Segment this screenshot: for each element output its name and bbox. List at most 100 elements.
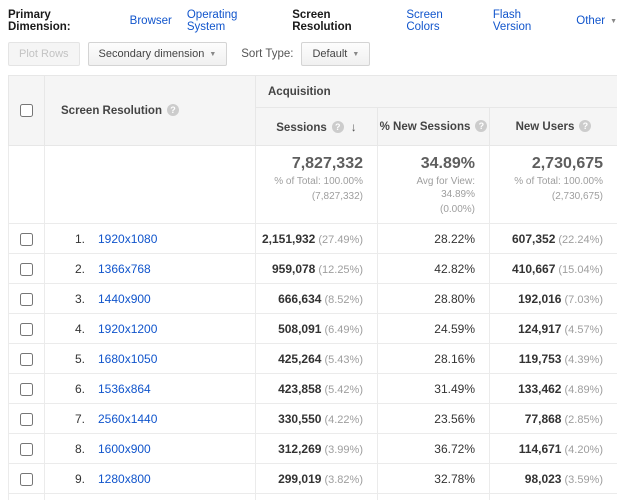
- sessions-value: 425,264: [278, 351, 322, 366]
- row-checkbox-cell: [8, 463, 45, 494]
- select-all-cell: [8, 75, 45, 146]
- row-checkbox-cell: [8, 403, 45, 434]
- new-sessions-value: 28.22%: [434, 231, 475, 246]
- sessions-cell: 423,858 (5.42%): [255, 373, 378, 404]
- primary-dimension-screen-colors[interactable]: Screen Colors: [406, 9, 478, 33]
- new-sessions-cell: 24.59%: [377, 313, 490, 344]
- sessions-value: 959,078: [271, 261, 316, 276]
- secondary-dimension-dropdown[interactable]: Secondary dimension ▼: [87, 42, 228, 66]
- row-rank: 7.: [74, 411, 85, 426]
- new-sessions-header-label: % New Sessions: [379, 121, 471, 133]
- table-row: 10.1280x1024 228,590(2.92%) 45.06% 103,0…: [8, 493, 617, 500]
- select-all-checkbox[interactable]: [20, 104, 33, 117]
- new-users-cell: 410,667 (15.04%): [488, 253, 617, 284]
- new-users-total-sub: % of Total: 100.00%: [514, 176, 604, 187]
- new-users-value: 133,462: [518, 381, 562, 396]
- totals-empty-cell: [8, 145, 45, 224]
- new-users-percent: (7.03%): [564, 293, 604, 306]
- primary-dimension-operating-system[interactable]: Operating System: [187, 9, 277, 33]
- table-row: 7. 2560x1440 330,550 (4.22%) 23.56% 77,868…: [8, 403, 617, 434]
- new-sessions-cell: 32.78%: [377, 463, 490, 494]
- new-users-value: 124,917: [518, 321, 562, 336]
- new-sessions-cell: 31.49%: [377, 373, 490, 404]
- row-checkbox[interactable]: [20, 412, 33, 426]
- row-rank: 6.: [74, 381, 85, 396]
- sessions-percent: (12.25%): [318, 263, 363, 276]
- resolution-link[interactable]: 1600x900: [98, 442, 151, 456]
- row-checkbox[interactable]: [20, 472, 33, 486]
- resolution-cell: 10.1280x1024: [44, 493, 256, 500]
- caret-down-icon: ▼: [209, 51, 217, 58]
- plot-rows-label: Plot Rows: [19, 48, 69, 60]
- dimension-column-header[interactable]: Screen Resolution?: [44, 75, 256, 146]
- new-sessions-cell: 45.06%: [377, 493, 490, 500]
- row-checkbox-cell: [8, 253, 45, 284]
- resolution-link[interactable]: 1280x800: [98, 472, 151, 486]
- new-sessions-value: 28.80%: [434, 291, 475, 306]
- new-sessions-value: 24.59%: [434, 321, 475, 336]
- row-rank: 5.: [74, 351, 85, 366]
- sessions-percent: (4.22%): [324, 413, 363, 426]
- row-checkbox[interactable]: [20, 232, 33, 246]
- row-checkbox-cell: [8, 313, 45, 344]
- primary-dimension-other-label[interactable]: Other: [576, 15, 605, 27]
- plot-rows-button[interactable]: Plot Rows: [8, 42, 80, 66]
- resolution-link[interactable]: 1440x900: [98, 292, 151, 306]
- resolution-link[interactable]: 1366x768: [98, 262, 151, 276]
- resolution-cell: 4. 1920x1200: [44, 313, 256, 344]
- table-row: 6. 1536x864 423,858 (5.42%) 31.49% 133,462…: [8, 373, 617, 404]
- help-icon[interactable]: ?: [331, 120, 344, 133]
- sessions-cell: 330,550 (4.22%): [255, 403, 378, 434]
- row-rank: 9.: [74, 471, 85, 486]
- resolution-link[interactable]: 1536x864: [98, 382, 151, 396]
- new-users-value: 77,868: [524, 411, 562, 426]
- new-users-cell: 607,352 (22.24%): [488, 223, 617, 254]
- new-sessions-total-cell: 34.89% Avg for View: 34.89% (0.00%): [377, 145, 490, 224]
- new-users-value: 192,016: [518, 291, 562, 306]
- primary-dimension-bar: Primary Dimension: Browser Operating Sys…: [8, 7, 617, 42]
- table-row: 1. 1920x1080 2,151,932 (27.49%) 28.22% 607…: [8, 223, 617, 254]
- sessions-column-header[interactable]: Sessions? ↓: [255, 107, 378, 146]
- row-checkbox[interactable]: [20, 262, 33, 276]
- row-checkbox[interactable]: [20, 442, 33, 456]
- row-checkbox[interactable]: [20, 292, 33, 306]
- row-checkbox-cell: [8, 283, 45, 314]
- sort-type-dropdown[interactable]: Default ▼: [301, 42, 371, 66]
- new-users-cell: 114,671 (4.20%): [488, 433, 617, 464]
- table-row: 9. 1280x800 299,019 (3.82%) 32.78% 98,023(…: [8, 463, 617, 494]
- resolution-cell: 3. 1440x900: [44, 283, 256, 314]
- resolution-link[interactable]: 2560x1440: [98, 412, 157, 426]
- primary-dimension-flash-version[interactable]: Flash Version: [493, 9, 561, 33]
- new-sessions-column-header[interactable]: % New Sessions?: [377, 107, 490, 146]
- help-icon[interactable]: ?: [475, 120, 488, 132]
- sessions-percent: (27.49%): [318, 233, 363, 246]
- primary-dimension-screen-resolution[interactable]: Screen Resolution: [292, 9, 391, 33]
- resolution-link[interactable]: 1920x1080: [98, 232, 157, 246]
- row-checkbox-cell: [8, 223, 45, 254]
- new-users-percent: (2.85%): [564, 413, 604, 426]
- new-users-total-cell: 2,730,675 % of Total: 100.00% (2,730,675…: [488, 145, 617, 224]
- sessions-value: 2,151,932: [261, 231, 316, 246]
- acquisition-group-label: Acquisition: [268, 85, 331, 98]
- row-checkbox[interactable]: [20, 352, 33, 366]
- primary-dimension-other-dropdown[interactable]: Other ▼: [576, 15, 617, 27]
- table-row: 4. 1920x1200 508,091 (6.49%) 24.59% 124,91…: [8, 313, 617, 344]
- new-sessions-value: 23.56%: [434, 411, 475, 426]
- analytics-report-panel: Primary Dimension: Browser Operating Sys…: [0, 0, 617, 500]
- resolution-link[interactable]: 1680x1050: [98, 352, 157, 366]
- resolution-link[interactable]: 1920x1200: [98, 322, 157, 336]
- help-icon[interactable]: ?: [166, 104, 179, 116]
- new-users-column-header[interactable]: New Users?: [488, 107, 617, 146]
- primary-dimension-browser[interactable]: Browser: [130, 15, 172, 27]
- row-rank: 3.: [74, 291, 85, 306]
- new-sessions-cell: 28.80%: [377, 283, 490, 314]
- new-sessions-value: 32.78%: [434, 471, 475, 486]
- new-users-cell: 192,016 (7.03%): [488, 283, 617, 314]
- help-icon[interactable]: ?: [579, 120, 592, 132]
- new-users-percent: (22.24%): [558, 233, 604, 246]
- table-row: 5. 1680x1050 425,264 (5.43%) 28.16% 119,75…: [8, 343, 617, 374]
- secondary-dimension-label: Secondary dimension: [98, 48, 205, 60]
- row-checkbox[interactable]: [20, 322, 33, 336]
- row-checkbox[interactable]: [20, 382, 33, 396]
- acquisition-group-header: Acquisition: [254, 75, 617, 108]
